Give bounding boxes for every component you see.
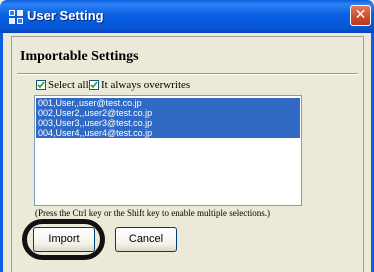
close-icon: ✕ — [354, 7, 367, 23]
select-all-label: Select all — [48, 79, 89, 91]
close-button[interactable]: ✕ — [350, 5, 371, 26]
title-bar[interactable]: User Setting ✕ — [0, 0, 374, 33]
window-title: User Setting — [27, 8, 104, 23]
checkmark-icon — [37, 81, 45, 89]
user-setting-window: User Setting ✕ Importable Settings Selec… — [0, 0, 374, 272]
app-icon — [9, 10, 23, 24]
list-item[interactable]: 001,User,,user@test.co.jp — [36, 98, 300, 108]
section-heading: Importable Settings — [20, 49, 139, 64]
user-list[interactable]: 001,User,,user@test.co.jp 002,User2,,use… — [34, 95, 302, 206]
checkmark-icon — [90, 81, 98, 89]
list-item[interactable]: 003,User3,,user3@test.co.jp — [36, 118, 300, 128]
select-all-checkbox[interactable] — [36, 80, 46, 90]
selection-hint: (Press the Ctrl key or the Shift key to … — [35, 208, 270, 218]
heading-divider — [17, 73, 358, 75]
list-item[interactable]: 004,User4,,user4@test.co.jp — [36, 128, 300, 138]
always-overwrite-checkbox[interactable] — [89, 80, 99, 90]
always-overwrite-label: It always overwrites — [101, 79, 191, 91]
import-button[interactable]: Import — [33, 227, 95, 252]
cancel-button[interactable]: Cancel — [115, 227, 177, 252]
list-item[interactable]: 002,User2,,user2@test.co.jp — [36, 108, 300, 118]
